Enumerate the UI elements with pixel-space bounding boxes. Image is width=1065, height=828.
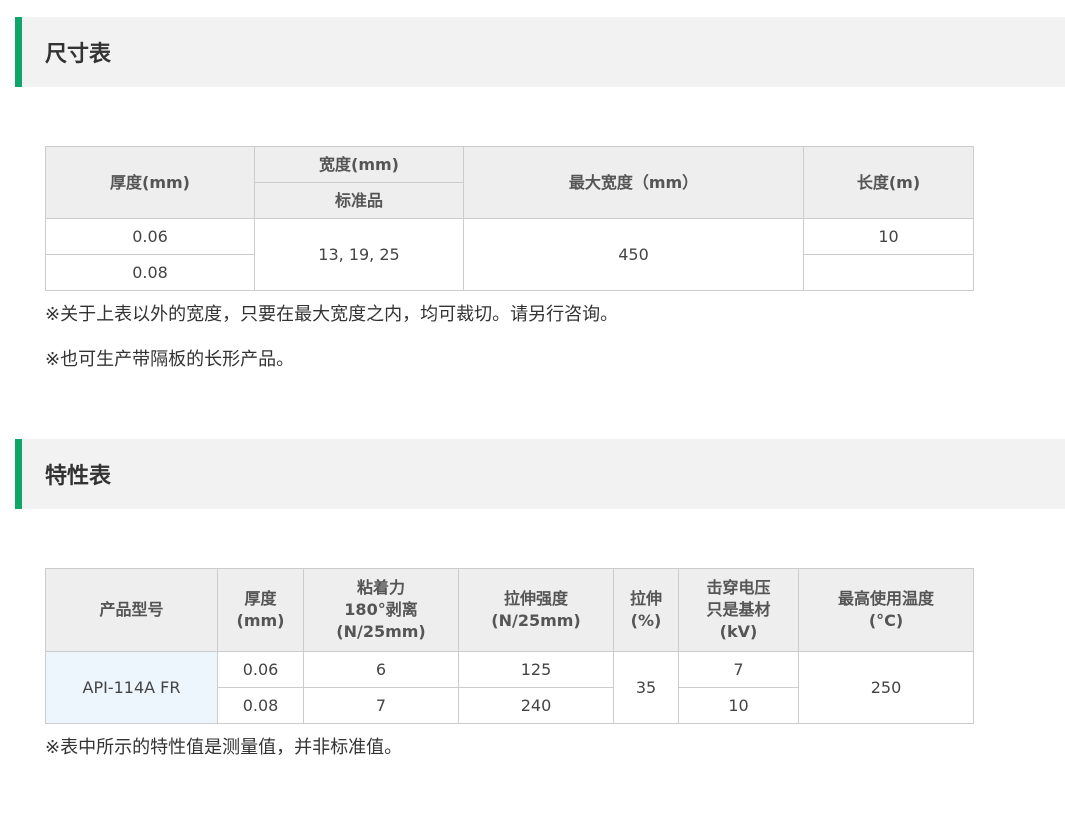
properties-title: 特性表 <box>45 464 112 489</box>
header-width: 宽度(mm) <box>254 146 464 183</box>
note-text: ※也可生产带隔板的长形产品。 <box>45 349 295 370</box>
header-model: 产品型号 <box>45 568 218 652</box>
cell-breakdown: 7 <box>678 651 799 688</box>
header-thickness: 厚度(mm) <box>45 146 255 219</box>
cell-width: 13, 19, 25 <box>254 218 464 291</box>
cell-thickness: 0.08 <box>45 254 255 291</box>
cell-thickness: 0.06 <box>217 651 304 688</box>
cell-tensile: 240 <box>458 687 614 724</box>
header-max-width: 最大宽度（mm） <box>463 146 804 219</box>
cell-adhesion: 6 <box>303 651 459 688</box>
cell-max-temperature: 250 <box>798 651 974 724</box>
header-length: 长度(m) <box>803 146 974 219</box>
cell-length: 10 <box>803 218 974 255</box>
cell-length <box>803 254 974 291</box>
header-max-temperature: 最高使用温度 (°C) <box>798 568 974 652</box>
cell-thickness: 0.08 <box>217 687 304 724</box>
header-tensile-strength: 拉伸强度 (N/25mm) <box>458 568 614 652</box>
size-table: 厚度(mm) 宽度(mm) 最大宽度（mm） 长度(m) 标准品 0.06 13… <box>45 146 974 291</box>
properties-section-header: 特性表 <box>15 439 1065 509</box>
cell-adhesion: 7 <box>303 687 459 724</box>
cell-breakdown: 10 <box>678 687 799 724</box>
cell-thickness: 0.06 <box>45 218 255 255</box>
properties-table: 产品型号 厚度 (mm) 粘着力 180°剥离 (N/25mm) 拉伸强度 (N… <box>45 568 974 724</box>
note-text: ※关于上表以外的宽度，只要在最大宽度之内，均可裁切。请另行咨询。 <box>45 304 619 325</box>
cell-tensile: 125 <box>458 651 614 688</box>
size-table-section-header: 尺寸表 <box>15 17 1065 87</box>
header-elongation: 拉伸 (%) <box>613 568 679 652</box>
cell-elongation: 35 <box>613 651 679 724</box>
header-thickness: 厚度 (mm) <box>217 568 304 652</box>
cell-model: API-114A FR <box>45 651 218 724</box>
size-table-title: 尺寸表 <box>45 42 112 67</box>
header-adhesion: 粘着力 180°剥离 (N/25mm) <box>303 568 459 652</box>
table-row: 0.06 13, 19, 25 450 10 <box>45 218 974 291</box>
table-row: API-114A FR 0.06 6 125 35 7 250 <box>45 651 974 724</box>
note-text: ※表中所示的特性值是测量值，并非标准值。 <box>45 737 403 758</box>
header-standard: 标准品 <box>254 182 464 219</box>
cell-max-width: 450 <box>463 218 804 291</box>
header-breakdown-voltage: 击穿电压 只是基材 (kV) <box>678 568 799 652</box>
